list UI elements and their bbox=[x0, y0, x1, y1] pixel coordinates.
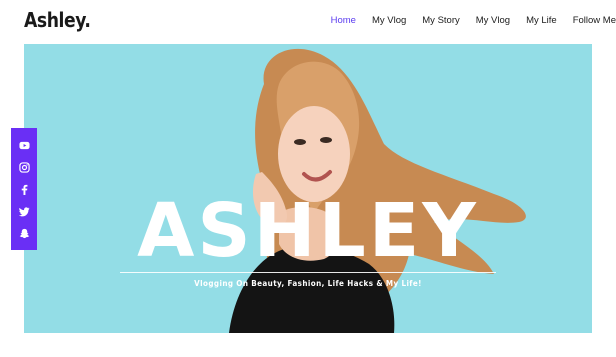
hero-banner: ASHLEY Vlogging On Beauty, Fashion, Life… bbox=[24, 44, 592, 333]
hero-title: ASHLEY bbox=[137, 188, 479, 274]
snapchat-icon[interactable] bbox=[18, 227, 30, 239]
hero-subtitle: Vlogging On Beauty, Fashion, Life Hacks … bbox=[194, 279, 422, 288]
twitter-icon[interactable] bbox=[18, 205, 30, 217]
nav-item-my-vlog-2[interactable]: My Vlog bbox=[476, 15, 510, 26]
main-nav: Home My Vlog My Story My Vlog My Life Fo… bbox=[331, 15, 616, 26]
nav-item-my-vlog[interactable]: My Vlog bbox=[372, 15, 406, 26]
hero-divider bbox=[120, 272, 496, 273]
social-bar bbox=[11, 128, 37, 250]
facebook-icon[interactable] bbox=[18, 183, 30, 195]
instagram-icon[interactable] bbox=[18, 161, 30, 173]
nav-item-my-story[interactable]: My Story bbox=[422, 15, 459, 26]
nav-item-home[interactable]: Home bbox=[331, 15, 356, 26]
youtube-icon[interactable] bbox=[18, 139, 30, 151]
site-header: Ashley. Home My Vlog My Story My Vlog My… bbox=[0, 0, 616, 44]
nav-item-follow-me[interactable]: Follow Me bbox=[573, 15, 616, 26]
nav-item-my-life[interactable]: My Life bbox=[526, 15, 557, 26]
site-logo[interactable]: Ashley. bbox=[24, 8, 91, 32]
